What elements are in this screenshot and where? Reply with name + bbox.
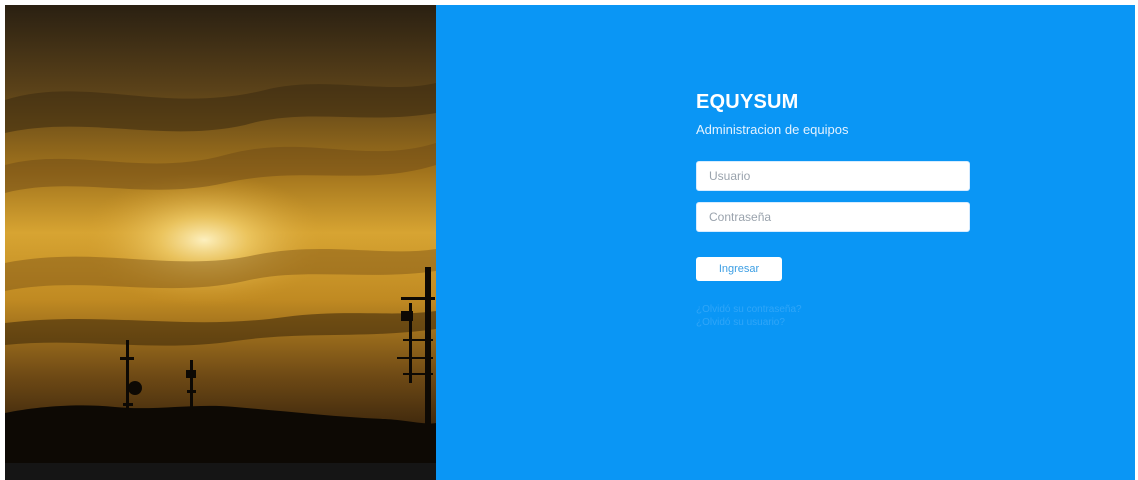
- login-page: EQUYSUM Administracion de equipos Ingres…: [5, 5, 1135, 480]
- sunset-antenna-photo-icon: [5, 5, 436, 480]
- app-brand: EQUYSUM: [696, 91, 799, 113]
- login-button[interactable]: Ingresar: [696, 257, 782, 281]
- recovery-links: ¿Olvidó su contraseña? ¿Olvidó su usuari…: [696, 303, 802, 329]
- username-input[interactable]: [696, 161, 970, 191]
- forgot-username-link[interactable]: ¿Olvidó su usuario?: [696, 316, 802, 329]
- hero-photo: [5, 5, 436, 480]
- password-input[interactable]: [696, 202, 970, 232]
- login-panel: EQUYSUM Administracion de equipos Ingres…: [436, 5, 1135, 480]
- forgot-password-link[interactable]: ¿Olvidó su contraseña?: [696, 303, 802, 316]
- app-subtitle: Administracion de equipos: [696, 122, 849, 137]
